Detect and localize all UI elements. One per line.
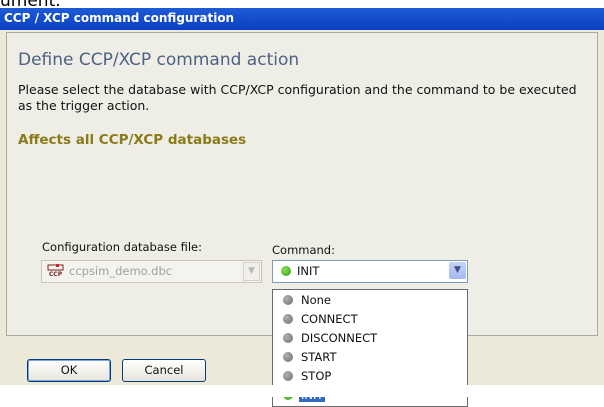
status-grey-icon (283, 371, 293, 381)
dropdown-option-disconnect[interactable]: DISCONNECT (273, 329, 467, 348)
cancel-button[interactable]: Cancel (122, 359, 206, 382)
command-label: Command: (272, 243, 335, 257)
database-select: CCP ccpsim_demo.dbc ▼ (41, 260, 262, 283)
title-bar[interactable]: CCP / XCP command configuration (0, 8, 604, 30)
page-title: Define CCP/XCP command action (18, 50, 300, 70)
chevron-down-icon[interactable]: ▼ (449, 262, 466, 279)
dropdown-option-stop[interactable]: STOP (273, 367, 467, 386)
status-grey-icon (283, 352, 293, 362)
dropdown-option-start[interactable]: START (273, 348, 467, 367)
ok-button[interactable]: OK (27, 359, 111, 382)
ccp-xcp-command-dialog: CCP / XCP command configuration Define C… (0, 8, 604, 407)
ccp-icon-label: CCP (48, 271, 63, 278)
dropdown-option-none[interactable]: None (273, 291, 467, 310)
status-grey-icon (283, 295, 293, 305)
status-grey-icon (283, 314, 293, 324)
description-text: Please select the database with CCP/XCP … (18, 82, 577, 113)
status-green-icon (281, 266, 291, 276)
command-value: INIT (297, 264, 320, 278)
window-bottom-edge (0, 385, 604, 397)
dropdown-option-connect[interactable]: CONNECT (273, 310, 467, 329)
status-grey-icon (283, 333, 293, 343)
command-select[interactable]: INIT ▼ (272, 260, 468, 283)
chevron-down-icon: ▼ (243, 262, 260, 281)
window-title: CCP / XCP command configuration (4, 11, 235, 25)
ccp-database-icon: CCP (47, 264, 64, 278)
database-value: ccpsim_demo.dbc (69, 264, 173, 278)
affects-notice: Affects all CCP/XCP databases (18, 132, 247, 148)
database-label: Configuration database file: (42, 240, 203, 254)
